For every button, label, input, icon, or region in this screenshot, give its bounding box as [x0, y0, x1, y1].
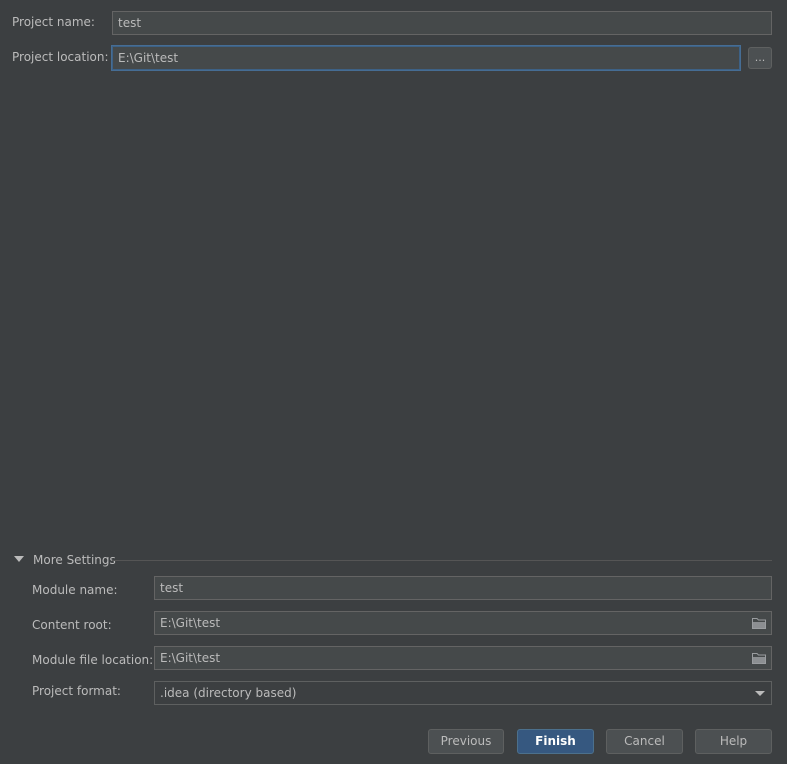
help-button[interactable]: Help — [695, 729, 772, 754]
content-root-input[interactable]: E:\Git\test — [154, 611, 772, 635]
finish-button[interactable]: Finish — [517, 729, 594, 754]
module-file-location-input[interactable]: E:\Git\test — [154, 646, 772, 670]
more-settings-toggle[interactable]: More Settings — [14, 553, 772, 569]
more-settings-title: More Settings — [33, 553, 116, 567]
content-root-label: Content root: — [32, 618, 112, 632]
folder-icon[interactable] — [752, 617, 766, 629]
module-name-input[interactable]: test — [154, 576, 772, 600]
project-location-input[interactable]: E:\Git\test — [112, 46, 740, 70]
project-name-label: Project name: — [12, 15, 95, 29]
content-root-value: E:\Git\test — [160, 616, 221, 630]
project-format-label: Project format: — [32, 684, 121, 698]
chevron-down-icon — [755, 691, 765, 696]
project-format-select[interactable]: .idea (directory based) — [154, 681, 772, 705]
project-name-input[interactable]: test — [112, 11, 772, 35]
browse-location-button[interactable]: ... — [748, 47, 772, 69]
cancel-button[interactable]: Cancel — [606, 729, 683, 754]
module-file-location-label: Module file location: — [32, 653, 154, 667]
module-name-label: Module name: — [32, 583, 118, 597]
triangle-down-icon — [14, 556, 24, 562]
folder-icon[interactable] — [752, 652, 766, 664]
project-format-value: .idea (directory based) — [160, 686, 297, 700]
project-location-label: Project location: — [12, 50, 109, 64]
previous-button[interactable]: Previous — [428, 729, 504, 754]
section-divider — [112, 560, 772, 561]
module-file-location-value: E:\Git\test — [160, 651, 221, 665]
